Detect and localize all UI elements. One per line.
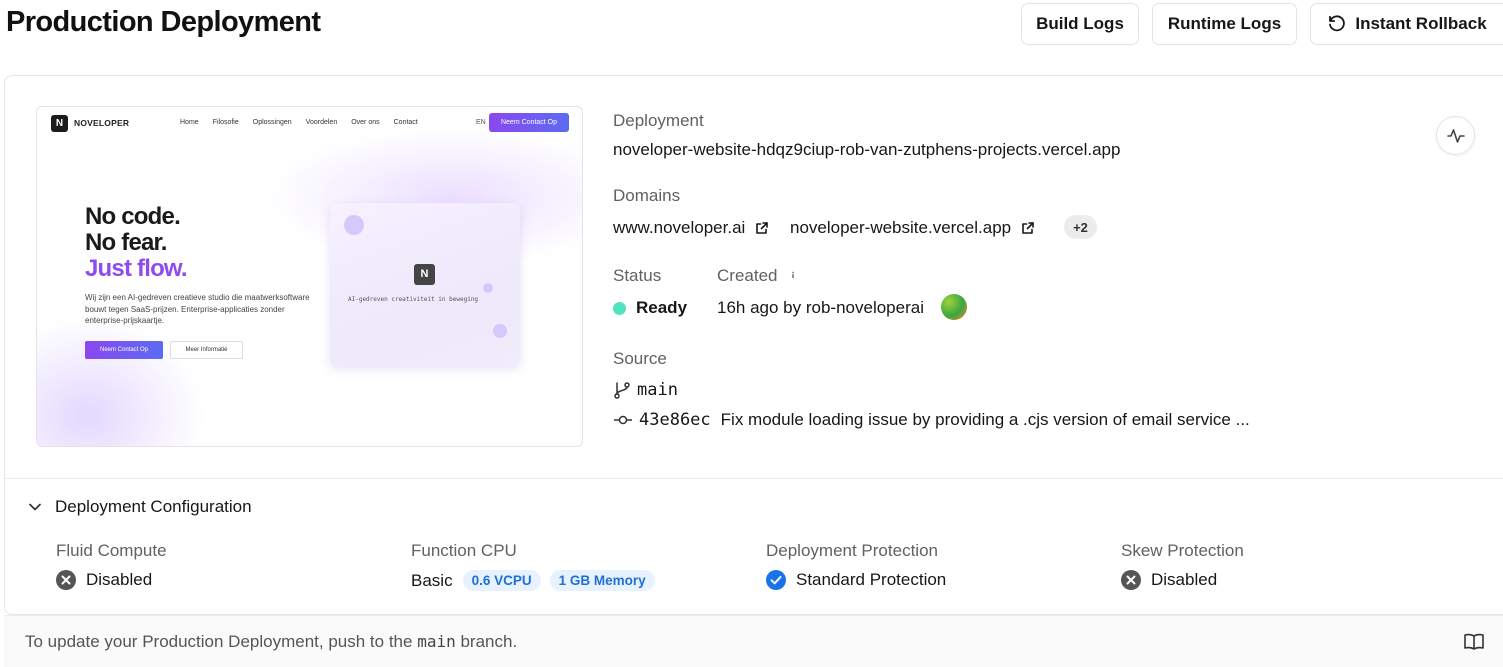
- preview-primary-button: Neem Contact Op: [85, 341, 163, 359]
- preview-decor-dot: [493, 324, 507, 338]
- external-link-icon: [1022, 222, 1034, 234]
- check-circle-icon: [766, 570, 786, 590]
- created-label: Created: [717, 266, 778, 285]
- fluid-compute-status: Disabled: [86, 570, 153, 589]
- rollback-icon: [1329, 15, 1346, 32]
- function-cpu-tier: Basic: [411, 570, 453, 590]
- source-branch[interactable]: main: [613, 380, 678, 400]
- deployment-protection-status: Standard Protection: [796, 570, 947, 589]
- book-icon[interactable]: [1463, 632, 1485, 652]
- runtime-logs-button[interactable]: Runtime Logs: [1152, 3, 1297, 45]
- preview-nav-links: Home Filosofie Oplossingen Voordelen Ove…: [180, 119, 432, 126]
- instant-rollback-label: Instant Rollback: [1355, 14, 1487, 33]
- domain-link[interactable]: www.noveloper.ai: [613, 218, 769, 238]
- preview-nav-link: Home: [180, 119, 199, 126]
- preview-lang: EN: [476, 119, 486, 126]
- preview-headline: No fear.: [85, 229, 167, 256]
- info-icon[interactable]: [788, 270, 799, 280]
- deployment-configuration-toggle[interactable]: Deployment Configuration: [27, 497, 252, 517]
- created-label-wrap: Created: [717, 266, 799, 286]
- preview-headline-accent: Just flow.: [85, 255, 188, 282]
- footer-branch: main: [417, 632, 456, 651]
- preview-mockup-text: AI-gedreven creativiteit in beweging: [348, 296, 479, 303]
- fluid-compute-label: Fluid Compute: [56, 541, 167, 560]
- domain-text: www.noveloper.ai: [613, 218, 746, 237]
- deployment-configuration-title: Deployment Configuration: [55, 497, 252, 516]
- skew-protection-status: Disabled: [1151, 570, 1218, 589]
- commit-hash: 43e86ec: [639, 410, 711, 430]
- more-domains-badge[interactable]: +2: [1064, 215, 1097, 239]
- activity-button[interactable]: [1436, 116, 1475, 155]
- git-branch-icon: [614, 382, 630, 399]
- preview-mockup: N AI-gedreven creativiteit in beweging: [330, 203, 520, 366]
- domains-label: Domains: [613, 186, 681, 205]
- build-logs-label: Build Logs: [1036, 14, 1124, 33]
- deployment-url-link[interactable]: noveloper-website-hdqz9ciup-rob-van-zutp…: [613, 140, 1120, 160]
- deployment-protection-label: Deployment Protection: [766, 541, 938, 560]
- source-commit[interactable]: 43e86ec Fix module loading issue by prov…: [613, 410, 1250, 430]
- commit-message: Fix module loading issue by providing a …: [720, 410, 1250, 429]
- memory-chip: 1 GB Memory: [549, 570, 655, 591]
- preview-nav-link: Over ons: [351, 119, 380, 126]
- footer: To update your Production Deployment, pu…: [4, 615, 1503, 667]
- deployment-preview[interactable]: N NOVELOPER Home Filosofie Oplossingen V…: [36, 106, 583, 447]
- status-dot: [613, 302, 626, 315]
- preview-cta: Neem Contact Op: [489, 113, 569, 132]
- status-label: Status: [613, 266, 662, 285]
- domain-text: noveloper-website.vercel.app: [790, 218, 1012, 237]
- function-cpu-value: Basic 0.6 VCPU 1 GB Memory: [411, 570, 655, 591]
- section-divider: [5, 478, 1503, 479]
- preview-nav-link: Voordelen: [305, 119, 338, 126]
- activity-icon: [1446, 128, 1465, 143]
- preview-nav-link: Filosofie: [212, 119, 239, 126]
- git-commit-icon: [614, 415, 632, 425]
- cpu-chip: 0.6 VCPU: [462, 570, 541, 591]
- preview-description: Wij zijn een AI-gedreven creatieve studi…: [85, 293, 310, 325]
- preview-decor-dot: [344, 215, 364, 235]
- skew-protection-value: Disabled: [1121, 570, 1217, 590]
- page-title: Production Deployment: [6, 6, 321, 38]
- preview-secondary-button: Meer Informatie: [170, 341, 243, 359]
- preview-logo-text: NOVELOPER: [74, 118, 130, 128]
- preview-headline: No code.: [85, 203, 181, 230]
- status-value: Ready: [636, 298, 688, 317]
- source-label: Source: [613, 349, 667, 368]
- preview-glow: [37, 316, 207, 446]
- footer-text: To update your Production Deployment, pu…: [25, 632, 517, 652]
- footer-text-before: To update your Production Deployment, pu…: [25, 632, 413, 651]
- skew-protection-label: Skew Protection: [1121, 541, 1244, 560]
- footer-text-after: branch.: [460, 632, 518, 651]
- external-link-icon: [756, 222, 768, 234]
- function-cpu-label: Function CPU: [411, 541, 517, 560]
- preview-nav-link: Oplossingen: [252, 119, 292, 126]
- chevron-down-icon: [29, 503, 41, 511]
- deployment-label: Deployment: [613, 111, 704, 130]
- runtime-logs-label: Runtime Logs: [1167, 14, 1282, 33]
- fluid-compute-value: Disabled: [56, 570, 152, 590]
- avatar[interactable]: [941, 294, 967, 320]
- instant-rollback-button[interactable]: Instant Rollback: [1310, 3, 1503, 45]
- preview-decor-dot: [483, 283, 493, 293]
- build-logs-button[interactable]: Build Logs: [1021, 3, 1139, 45]
- created-value: 16h ago by rob-noveloperai: [717, 298, 924, 317]
- deployment-card: N NOVELOPER Home Filosofie Oplossingen V…: [4, 75, 1503, 615]
- branch-name: main: [637, 380, 678, 400]
- preview-nav: N NOVELOPER Home Filosofie Oplossingen V…: [37, 107, 582, 139]
- x-circle-icon: [56, 570, 76, 590]
- domain-link[interactable]: noveloper-website.vercel.app: [790, 218, 1035, 238]
- preview-mockup-logo-icon: N: [414, 264, 435, 285]
- preview-logo-icon: N: [51, 115, 68, 132]
- deployment-protection-value: Standard Protection: [766, 570, 946, 590]
- preview-nav-link: Contact: [393, 119, 418, 126]
- x-circle-icon: [1121, 570, 1141, 590]
